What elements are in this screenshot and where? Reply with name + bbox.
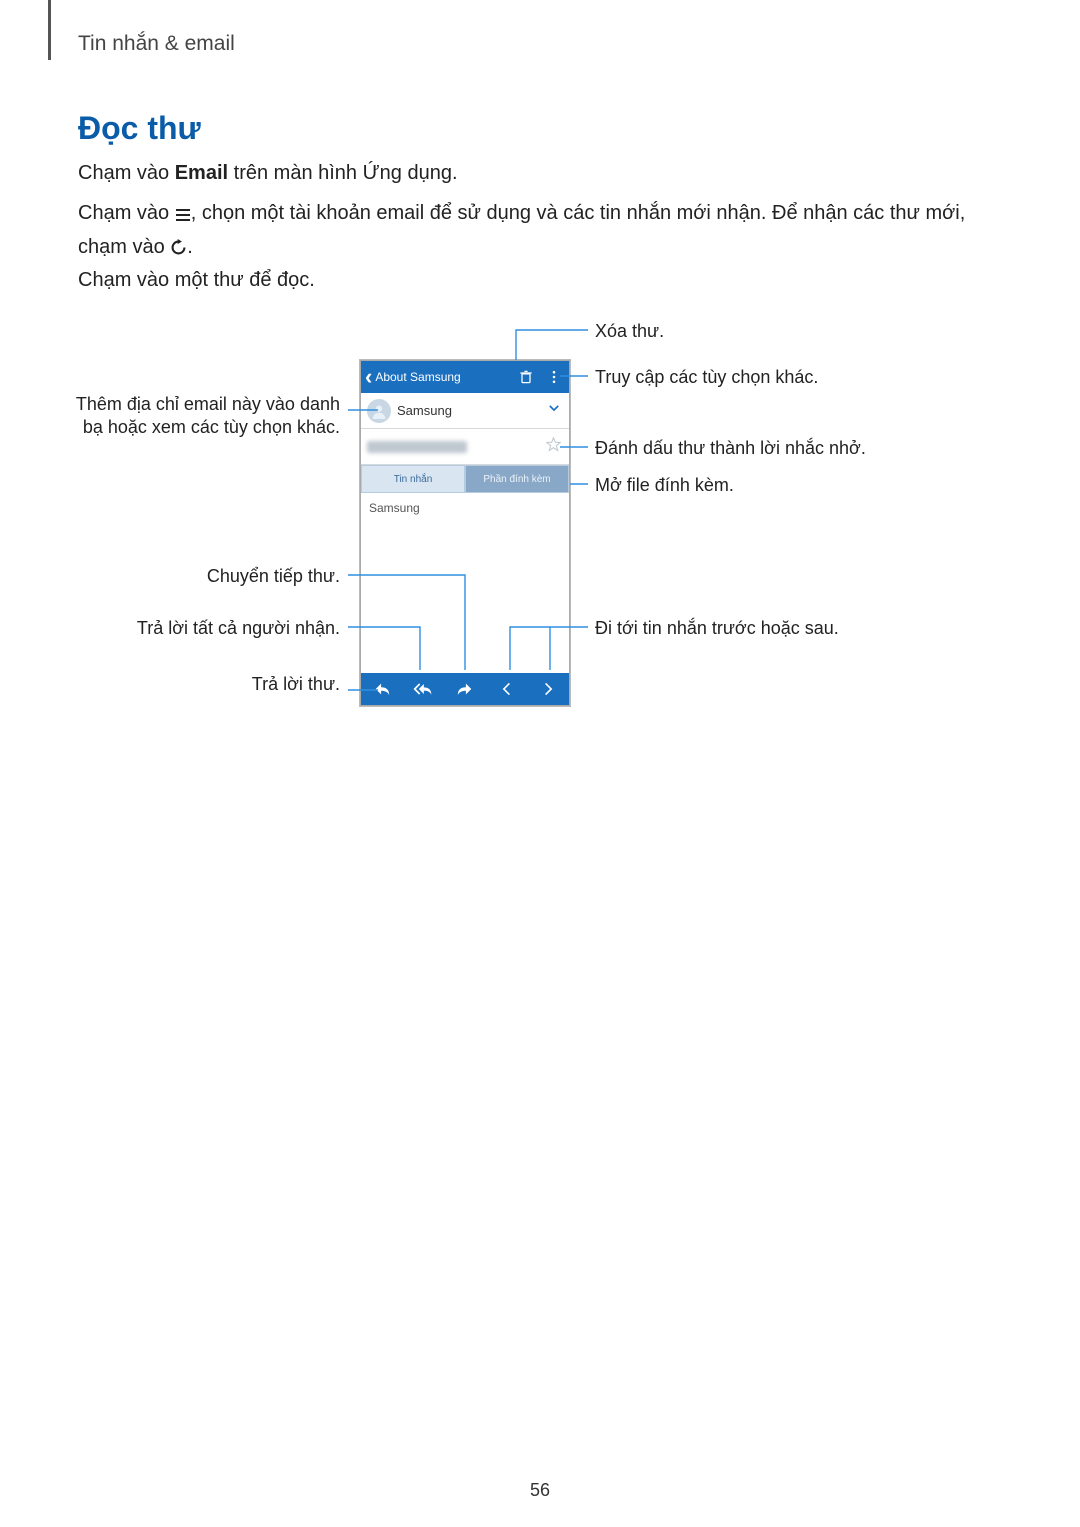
callout-add-contact: Thêm địa chỉ email này vào danh bạ hoặc … [60,393,340,440]
callout-attachment: Mở file đính kèm. [595,474,734,497]
chevron-down-icon [547,401,561,415]
subject-text-blurred [367,441,467,453]
email-app-bar: About Samsung [361,361,569,393]
subject-row [361,429,569,465]
text: Chạm vào [78,202,175,224]
trash-icon [518,369,534,385]
app-bar-title: About Samsung [375,370,460,384]
text: Chạm vào [78,162,175,184]
menu-icon [175,201,191,232]
email-body-text: Samsung [369,501,420,515]
header-rule [48,0,51,60]
reply-all-icon [413,680,433,698]
paragraph-tap-to-read: Chạm vào một thư để đọc. [78,265,978,296]
annotated-figure: About Samsung [0,320,1080,740]
text: trên màn hình Ứng dụng. [228,162,457,184]
forward-icon [456,680,474,698]
more-button[interactable] [545,368,563,386]
paragraph-open-email: Chạm vào Email trên màn hình Ứng dụng. [78,158,978,189]
email-body: Samsung [361,493,569,675]
chevron-right-icon [540,681,556,697]
callout-forward: Chuyển tiếp thư. [110,565,340,588]
callout-reply-all: Trả lời tất cả người nhận. [110,617,340,640]
back-button[interactable]: About Samsung [365,368,461,387]
page-number: 56 [0,1480,1080,1501]
breadcrumb: Tin nhắn & email [78,32,235,56]
more-vertical-icon [546,369,562,385]
tab-attachment[interactable]: Phần đính kèm [465,465,569,493]
prev-button[interactable] [497,679,517,699]
star-icon [546,437,561,452]
tab-message[interactable]: Tin nhắn [361,465,465,493]
sender-name: Samsung [397,403,547,418]
text: . [187,236,193,258]
favorite-button[interactable] [546,437,563,456]
person-icon [371,403,387,419]
email-bottom-bar [361,673,569,705]
refresh-icon [170,235,187,266]
chevron-left-icon [365,368,372,387]
callout-nav: Đi tới tin nhắn trước hoặc sau. [595,617,839,640]
section-title: Đọc thư [78,110,201,147]
callout-reply: Trả lời thư. [110,673,340,696]
chevron-left-icon [499,681,515,697]
expand-sender-button[interactable] [547,401,563,420]
phone-mockup: About Samsung [360,360,570,706]
sender-avatar [367,399,391,423]
reply-icon [373,680,391,698]
reply-all-button[interactable] [413,679,433,699]
callout-more: Truy cập các tùy chọn khác. [595,366,818,389]
callout-favorite: Đánh dấu thư thành lời nhắc nhở. [595,437,866,460]
text-bold-email: Email [175,162,228,184]
text: , chọn một tài khoản email để sử dụng và… [78,202,965,258]
forward-button[interactable] [455,679,475,699]
reply-button[interactable] [372,679,392,699]
callout-delete: Xóa thư. [595,320,664,343]
next-button[interactable] [538,679,558,699]
sender-row[interactable]: Samsung [361,393,569,429]
delete-button[interactable] [517,368,535,386]
paragraph-refresh: Chạm vào , chọn một tài khoản email để s… [78,198,978,266]
email-tabs: Tin nhắn Phần đính kèm [361,465,569,493]
